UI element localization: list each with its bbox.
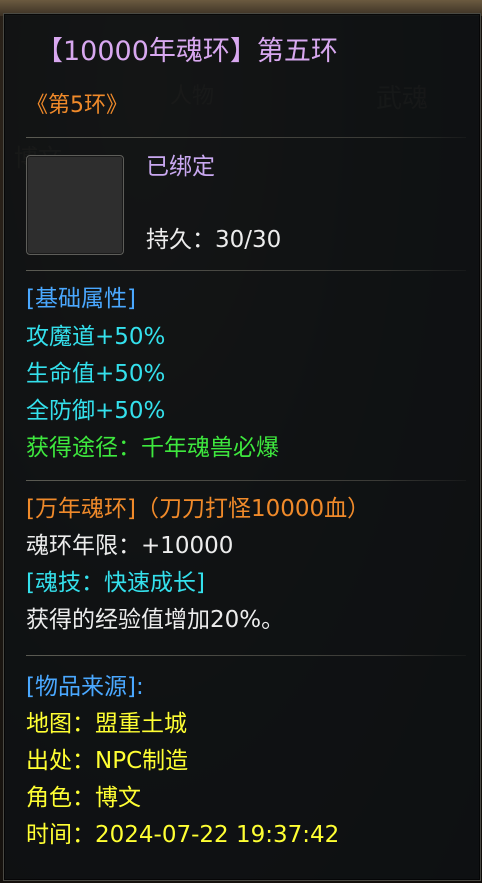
item-icon-slot[interactable] bbox=[26, 155, 124, 255]
origin-map: 地图：盟重土城 bbox=[26, 711, 187, 737]
durability: 持久：30/30 bbox=[146, 227, 282, 253]
attr-line: 生命值+50% bbox=[26, 361, 166, 387]
divider bbox=[26, 270, 466, 271]
origin-place: 出处：NPC制造 bbox=[26, 748, 189, 774]
divider bbox=[26, 137, 466, 138]
skill-header: [魂技：快速成长] bbox=[26, 570, 205, 596]
acquire-source: 获得途径：千年魂兽必爆 bbox=[26, 435, 279, 461]
skill-desc: 获得的经验值增加20%。 bbox=[26, 607, 285, 633]
origin-time: 时间：2024-07-22 19:37:42 bbox=[26, 822, 340, 848]
ring-header: [万年魂环]（刀刀打怪10000血） bbox=[26, 496, 371, 522]
ring-years: 魂环年限：+10000 bbox=[26, 533, 234, 559]
origin-role: 角色：博文 bbox=[26, 785, 141, 811]
item-title: 【10000年魂环】第五环 bbox=[36, 36, 338, 67]
bound-status: 已绑定 bbox=[146, 154, 215, 180]
origin-header: [物品来源]: bbox=[26, 674, 144, 700]
attr-line: 攻魔道+50% bbox=[26, 324, 166, 350]
attr-line: 全防御+50% bbox=[26, 398, 166, 424]
basic-attr-header: [基础属性] bbox=[26, 286, 136, 312]
divider bbox=[26, 480, 466, 481]
divider bbox=[26, 655, 466, 656]
item-subtitle: 《第5环》 bbox=[26, 93, 128, 118]
